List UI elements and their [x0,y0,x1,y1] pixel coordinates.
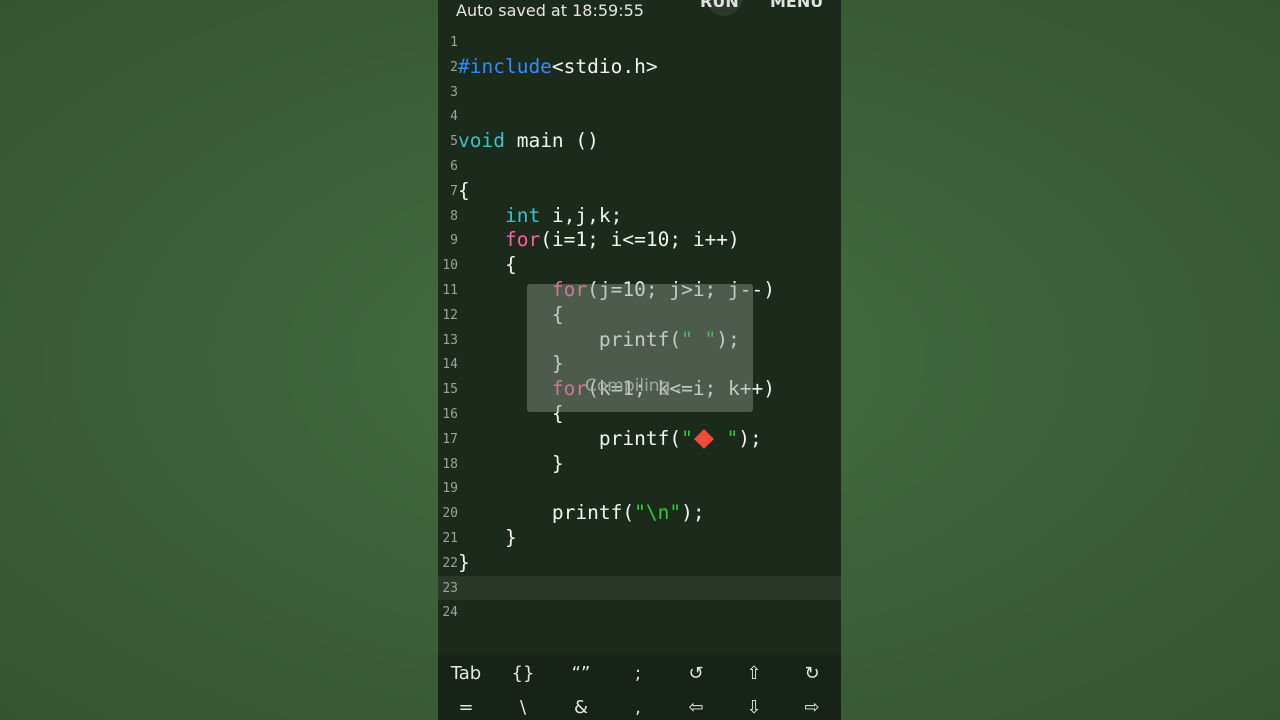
line-number: 2 [450,59,458,75]
key-row1-1[interactable]: {} [495,663,551,684]
code-text: } [458,452,564,476]
line-number: 3 [450,84,458,100]
code-token: i,j,k; [540,203,623,227]
key-row1-0[interactable]: Tab [438,663,494,684]
code-token-kw-blue: #include [458,54,552,78]
code-token: <stdio.h> [551,54,658,78]
toast-text: Compiling... [585,376,687,396]
code-token-kw-teal: void [458,129,505,153]
code-line[interactable]: 21 } [438,526,841,551]
code-token-str: " [681,426,693,450]
line-number: 1 [450,35,458,50]
code-token: printf( [458,501,635,525]
key-row1-3[interactable]: ; [610,663,666,684]
run-button[interactable]: RUN [700,0,739,11]
key-row1-6[interactable]: ↻ [784,663,840,684]
line-number: 17 [442,431,458,447]
line-number: 12 [442,307,458,323]
line-number: 14 [442,357,458,373]
code-token-kw-teal: int [504,203,541,227]
top-bar: Auto saved at 18:59:55 RUN MENU [438,0,841,27]
line-number: 18 [442,456,458,472]
code-token: { [458,253,517,277]
code-token: } [458,451,564,475]
line-number: 7 [450,183,458,199]
line-number: 24 [442,605,458,621]
line-number: 8 [450,208,458,224]
symbol-keyboard: Tab{} “”; ↺ ⇧ ↻ = \ &, ⇦ ⇩ ⇨ [438,655,841,720]
code-line[interactable]: 2 #include<stdio.h> [438,55,841,80]
code-token: ); [681,501,705,525]
code-token: (i=1; i<=10; i++) [540,228,740,252]
code-line[interactable]: 7{ [438,179,841,204]
code-token: { [458,178,470,202]
code-token: main () [504,129,599,153]
line-number: 20 [442,506,458,522]
code-text: for(i=1; i<=10; i++) [458,228,740,252]
code-text: #include<stdio.h> [458,55,658,79]
code-text: int i,j,k; [458,204,622,228]
line-number: 5 [450,134,458,150]
key-row2-3[interactable]: , [610,697,666,718]
line-number: 9 [450,233,458,249]
code-token: ); [738,426,762,450]
key-row2-4[interactable]: ⇦ [668,697,724,718]
line-number: 15 [442,382,458,398]
code-line[interactable]: 17 printf(" "); [438,427,841,452]
code-line[interactable]: 24 [438,600,841,625]
phone-screen: Auto saved at 18:59:55 RUN MENU 1 2 #inclu… [438,0,841,720]
code-token: } [458,550,470,574]
code-line[interactable]: 20 printf("\n"); [438,501,841,526]
code-line[interactable]: 18 } [438,452,841,477]
code-text: { [458,179,470,203]
code-token: } [458,526,517,549]
key-row2-0[interactable]: = [438,697,494,718]
code-line[interactable]: 10 { [438,253,841,278]
line-number: 13 [442,332,458,348]
code-text: void main () [458,129,599,153]
code-token-kw-pink: for [504,228,541,252]
code-text: { [458,253,517,277]
key-row1-2[interactable]: “” [553,663,609,684]
key-row1-5[interactable]: ⇧ [726,663,782,684]
code-line[interactable]: 6 [438,154,841,179]
autosave-status: Auto saved at 18:59:55 [456,1,644,20]
code-line[interactable]: 5 void main () [438,129,841,154]
code-line[interactable]: 22} [438,551,841,576]
code-text: } [458,551,470,575]
code-text: printf(" "); [458,427,762,451]
line-number: 6 [450,159,458,174]
code-token-str: " [714,426,739,450]
key-row2-2[interactable]: & [553,697,609,718]
code-token: printf( [458,426,682,450]
code-token-str: "\n" [634,501,682,525]
code-text: printf("\n"); [458,501,705,525]
red-diamond-icon [693,429,714,450]
code-line[interactable]: 8 int i,j,k; [438,204,841,229]
menu-button[interactable]: MENU [770,0,823,11]
code-line[interactable]: 9 for(i=1; i<=10; i++) [438,228,841,253]
line-number: 19 [442,481,458,497]
compiling-toast: Compiling... [527,284,753,412]
key-row2-1[interactable]: \ [495,697,551,718]
code-line[interactable]: 23 [438,575,841,601]
line-number: 4 [450,109,458,125]
code-line[interactable]: 4 [438,104,841,129]
line-number: 10 [442,258,458,274]
line-number: 22 [442,555,458,571]
line-number: 11 [442,283,458,298]
line-number: 16 [442,407,458,422]
key-row1-4[interactable]: ↺ [668,663,724,684]
key-row2-6[interactable]: ⇨ [784,697,840,718]
code-line[interactable]: 1 [438,30,841,55]
code-line[interactable]: 19 [438,476,841,501]
line-number: 21 [442,531,458,546]
code-line[interactable]: 3 [438,80,841,105]
line-number: 23 [442,580,458,596]
code-text: } [458,526,517,550]
key-row2-5[interactable]: ⇩ [726,697,782,718]
